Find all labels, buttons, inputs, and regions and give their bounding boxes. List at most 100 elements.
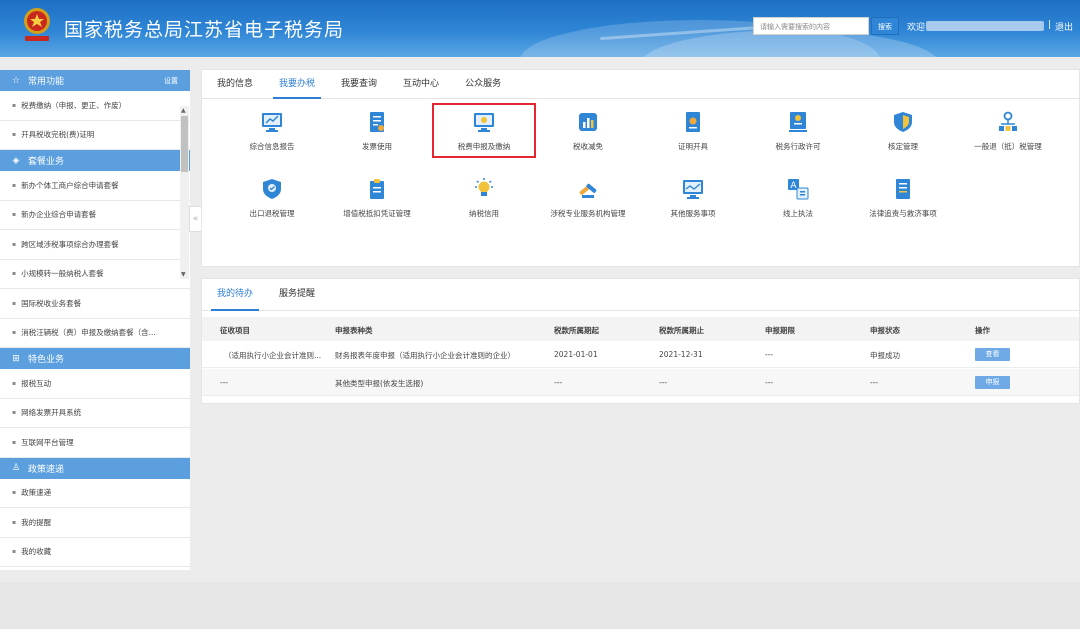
- bullet-icon: ▪: [12, 211, 17, 219]
- search-button[interactable]: 搜索: [871, 17, 899, 35]
- sidebar-item[interactable]: ▪ 小规模转一般纳税人套餐: [0, 260, 190, 289]
- service-label: 法律追责与救济事项: [869, 209, 937, 218]
- column-header: 税款所属期起: [554, 326, 599, 335]
- bullet-icon: ▪: [12, 181, 17, 189]
- highlight-box: [432, 103, 536, 158]
- bullet-icon: ▪: [12, 240, 17, 248]
- column-header: 操作: [975, 326, 990, 335]
- service-label: 出口退税管理: [249, 209, 295, 218]
- sidebar-item[interactable]: ▪ 跨区域涉税事项综合办理套餐: [0, 230, 190, 260]
- sidebar-section-common[interactable]: ☆ 常用功能 设置: [0, 70, 190, 91]
- bullet-icon: ▪: [12, 518, 17, 526]
- sidebar-item[interactable]: ▪ 报税互动: [0, 369, 190, 399]
- tax-emblem-icon: [24, 8, 50, 41]
- welcome-text: 欢迎: [907, 23, 926, 33]
- declare-button[interactable]: 申报: [975, 376, 1010, 389]
- tools-icon: [579, 183, 597, 198]
- bullet-icon: ▪: [12, 131, 17, 139]
- service-label: 发票使用: [362, 142, 392, 151]
- service-label: 税务行政许可: [775, 142, 821, 151]
- service-tax-credit[interactable]: 纳税信用: [434, 178, 534, 219]
- bullet-icon: ▪: [12, 299, 17, 307]
- table-row: （适用执行小企业会计准则... 财务报表年度申报（适用执行小企业会计准则的企业）…: [202, 341, 1079, 368]
- tab-my-info[interactable]: 我的信息: [207, 70, 263, 98]
- shield-badge-icon: [263, 179, 281, 199]
- service-export-refund[interactable]: 出口退税管理: [222, 178, 322, 219]
- service-vat-deduction[interactable]: 增值税抵扣凭证管理: [327, 178, 427, 219]
- bullet-icon: ▪: [12, 409, 17, 417]
- sidebar-section-policy[interactable]: ♙ 政策速递: [0, 457, 190, 479]
- table-cell: ---: [659, 378, 668, 387]
- settings-link[interactable]: 设置: [164, 76, 178, 86]
- table-header: 征收项目 申报表种类 税款所属期起 税款所属期止 申报期限 申报状态 操作: [202, 317, 1079, 341]
- tab-service-reminder[interactable]: 服务提醒: [269, 279, 325, 310]
- search-input[interactable]: 请输入需要搜索的内容: [753, 17, 869, 35]
- service-certificate[interactable]: 证明开具: [643, 111, 743, 152]
- sidebar-scrollbar[interactable]: ▲ ▼: [180, 106, 189, 279]
- sidebar-item[interactable]: ▪ 消税汪辆税（费）申报及缴纳套餐（含...: [0, 319, 190, 348]
- service-label: 增值税抵扣凭证管理: [343, 209, 411, 218]
- person-icon: ♙: [11, 463, 21, 473]
- sidebar-item[interactable]: ▪ 新办个体工商户综合申请套餐: [0, 171, 190, 201]
- service-admin-license[interactable]: 税务行政许可: [748, 111, 848, 152]
- monitor-line-icon: [683, 180, 703, 199]
- scroll-down-icon[interactable]: ▼: [181, 271, 186, 278]
- view-button[interactable]: 查看: [975, 348, 1010, 361]
- tab-public-service[interactable]: 公众服务: [455, 70, 511, 98]
- service-label: 综合信息报告: [249, 142, 295, 151]
- sidebar-item[interactable]: ▪ 我的提醒: [0, 508, 190, 538]
- sidebar-item[interactable]: ▪ 税费缴纳（申报、更正、作废）: [0, 91, 190, 121]
- service-verification[interactable]: 核定管理: [853, 111, 953, 152]
- scrollbar-thumb[interactable]: [181, 116, 188, 172]
- table-cell: 财务报表年度申报（适用执行小企业会计准则的企业）: [335, 351, 515, 360]
- tab-tax-handling[interactable]: 我要办税: [269, 70, 325, 99]
- table-cell: 2021-01-01: [554, 350, 598, 359]
- sidebar-section-featured[interactable]: ⊞ 特色业务: [0, 348, 190, 369]
- grid-icon: ⊞: [12, 353, 20, 364]
- sidebar-item[interactable]: ▪ 开具税收完税(费)证明: [0, 121, 190, 150]
- service-label: 涉税专业服务机构管理: [550, 209, 626, 218]
- table-cell: 申报成功: [870, 351, 900, 360]
- sidebar-item[interactable]: ▪ 我的收藏: [0, 538, 190, 567]
- star-icon: ☆: [11, 75, 21, 86]
- tab-my-todo[interactable]: 我的待办: [207, 279, 263, 311]
- section-title: 特色业务: [28, 355, 65, 365]
- todo-tabs: 我的待办 服务提醒: [202, 279, 1079, 311]
- service-label: 纳税信用: [469, 209, 499, 218]
- table-cell: ---: [554, 378, 563, 387]
- services-panel: 我的信息 我要办税 我要查询 互动中心 公众服务: [201, 69, 1080, 267]
- sidebar-section-package[interactable]: ◈ 套餐业务: [0, 150, 190, 171]
- sidebar: ☆ 常用功能 设置 ▪ 税费缴纳（申报、更正、作废） ▪ 开具税收完税(费)证明 ◈…: [0, 70, 190, 570]
- sidebar-item[interactable]: ▪ 新办企业综合申请套餐: [0, 201, 190, 230]
- sidebar-item[interactable]: ▪ 互联网平台管理: [0, 428, 190, 458]
- bar-chart-icon: [579, 113, 597, 131]
- service-agency-management[interactable]: 涉税专业服务机构管理: [538, 178, 638, 219]
- service-invoice[interactable]: 发票使用: [327, 111, 427, 152]
- layers-icon: ◈: [12, 155, 20, 166]
- service-tax-refund[interactable]: 一般退（抵）税管理: [958, 111, 1058, 152]
- service-other[interactable]: 其他服务事项: [643, 178, 743, 219]
- service-online-enforcement[interactable]: A 线上执法: [748, 178, 848, 219]
- sidebar-item[interactable]: ▪ 国际税收业务套餐: [0, 289, 190, 319]
- lightbulb-icon: [475, 178, 493, 196]
- sidebar-item[interactable]: ▪ 政策速递: [0, 479, 190, 508]
- logout-link[interactable]: 退出: [1055, 20, 1073, 33]
- main-tabs: 我的信息 我要办税 我要查询 互动中心 公众服务: [202, 70, 1079, 99]
- todo-panel: 我的待办 服务提醒 征收项目 申报表种类 税款所属期起 税款所属期止 申报期限 …: [201, 278, 1080, 404]
- org-chart-icon: [999, 111, 1017, 131]
- license-icon: [789, 112, 807, 132]
- invoice-icon: [370, 112, 384, 132]
- tab-interaction[interactable]: 互动中心: [393, 70, 449, 98]
- service-legal-remedy[interactable]: 法律追责与救济事项: [853, 178, 953, 219]
- service-tax-relief[interactable]: 税收减免: [538, 111, 638, 152]
- tab-query[interactable]: 我要查询: [331, 70, 387, 98]
- table-cell: ---: [870, 378, 879, 387]
- service-label: 一般退（抵）税管理: [974, 142, 1042, 151]
- site-title: 国家税务总局江苏省电子税务局: [64, 19, 345, 41]
- service-info-report[interactable]: 综合信息报告: [222, 111, 322, 152]
- scroll-up-icon[interactable]: ▲: [181, 107, 186, 114]
- bullet-icon: ▪: [12, 548, 17, 556]
- monitor-chart-icon: [262, 113, 282, 132]
- sidebar-item[interactable]: ▪ 网络发票开具系统: [0, 399, 190, 428]
- column-header: 申报状态: [870, 326, 900, 335]
